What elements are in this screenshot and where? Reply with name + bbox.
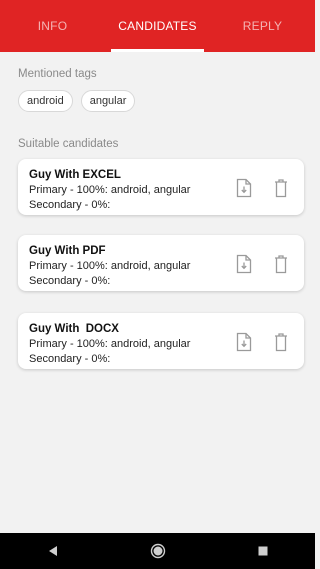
candidate-primary: Primary - 100%: android, angular: [29, 338, 191, 350]
suitable-candidates-label: Suitable candidates: [18, 138, 119, 150]
tab-candidates[interactable]: CANDIDATES: [105, 0, 210, 52]
system-nav-bar: [0, 533, 315, 569]
candidate-card[interactable]: Guy With PDF Primary - 100%: android, an…: [18, 235, 304, 291]
tab-info[interactable]: INFO: [0, 0, 105, 52]
candidates-content: Mentioned tags android angular Suitable …: [0, 52, 315, 533]
candidate-card[interactable]: Guy With EXCEL Primary - 100%: android, …: [18, 159, 304, 215]
candidate-primary: Primary - 100%: android, angular: [29, 260, 191, 272]
candidate-card[interactable]: Guy With DOCX Primary - 100%: android, a…: [18, 313, 304, 369]
candidate-name: Guy With EXCEL: [29, 169, 121, 181]
file-download-icon: [236, 332, 252, 352]
delete-button[interactable]: [270, 252, 292, 276]
home-circle-icon: [150, 543, 165, 559]
trash-icon: [275, 255, 287, 274]
file-download-icon: [236, 178, 252, 198]
download-button[interactable]: [233, 330, 255, 354]
trash-icon: [275, 179, 287, 198]
file-download-icon: [236, 254, 252, 274]
candidate-primary: Primary - 100%: android, angular: [29, 184, 191, 196]
back-triangle-icon: [48, 546, 57, 556]
tag-chip[interactable]: angular: [80, 90, 136, 112]
nav-home-button[interactable]: [138, 533, 178, 569]
tab-reply[interactable]: REPLY: [210, 0, 315, 52]
tag-chips: android angular: [18, 90, 136, 112]
download-button[interactable]: [233, 252, 255, 276]
candidate-secondary: Secondary - 0%:: [29, 353, 111, 365]
trash-icon: [275, 333, 287, 352]
delete-button[interactable]: [270, 330, 292, 354]
delete-button[interactable]: [270, 176, 292, 200]
download-button[interactable]: [233, 176, 255, 200]
candidate-name: Guy With PDF: [29, 245, 106, 257]
recents-square-icon: [258, 546, 267, 556]
tab-bar: INFO CANDIDATES REPLY: [0, 0, 315, 52]
candidate-secondary: Secondary - 0%:: [29, 275, 111, 287]
candidate-name: Guy With DOCX: [29, 323, 119, 335]
candidate-secondary: Secondary - 0%:: [29, 199, 111, 211]
tag-chip[interactable]: android: [18, 90, 73, 112]
nav-back-button[interactable]: [33, 533, 73, 569]
mentioned-tags-label: Mentioned tags: [18, 68, 97, 80]
nav-recents-button[interactable]: [243, 533, 283, 569]
